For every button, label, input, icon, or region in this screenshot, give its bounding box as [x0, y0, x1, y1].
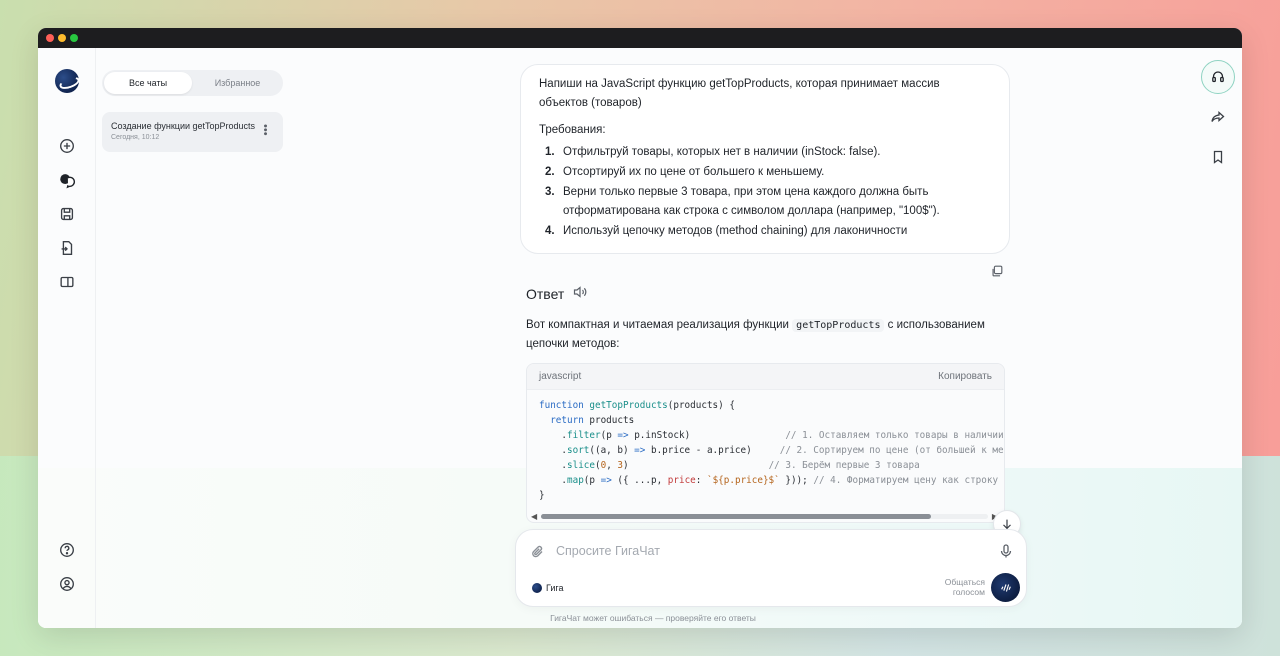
- new-chat-icon[interactable]: [57, 136, 77, 156]
- app-window: Все чаты Избранное Создание функции getT…: [38, 28, 1242, 628]
- chat-sidebar: Все чаты Избранное Создание функции getT…: [96, 48, 296, 628]
- message-composer: Гига Общаться голосом: [515, 529, 1027, 607]
- more-options-icon[interactable]: •••: [259, 124, 271, 136]
- app-main: Все чаты Избранное Создание функции getT…: [38, 48, 1242, 628]
- code-comment: // 4. Форматируем цену как строку: [813, 475, 999, 486]
- window-titlebar: [38, 28, 1242, 48]
- saved-icon[interactable]: [57, 204, 77, 224]
- list-item-number: 1.: [545, 146, 555, 158]
- chat-item-title: Создание функции getTopProducts: [111, 121, 256, 131]
- answer-paragraph: Вот компактная и читаемая реализация фун…: [526, 316, 1006, 354]
- list-item: 3. Верни только первые 3 товара, при этом…: [545, 183, 985, 221]
- model-selector[interactable]: Гига: [532, 583, 564, 593]
- chat-list-item[interactable]: Создание функции getTopProducts Сегодня,…: [102, 112, 283, 152]
- headset-icon: [1212, 71, 1224, 83]
- code-language: javascript: [539, 371, 582, 382]
- message-intro: Напиши на JavaScript функцию getTopProdu…: [539, 78, 940, 109]
- voice-chat-button[interactable]: [991, 573, 1020, 602]
- list-item: 2. Отсортируй их по цене от большего к ме…: [545, 163, 985, 182]
- file-import-icon[interactable]: [57, 238, 77, 258]
- chat-item-time: Сегодня, 10:12: [111, 134, 160, 141]
- requirements-list: 1. Отфильтруй товары, которых нет в налич…: [545, 143, 985, 242]
- answer-title: Ответ: [526, 285, 565, 302]
- list-item: 1. Отфильтруй товары, которых нет в налич…: [545, 143, 985, 162]
- microphone-icon[interactable]: [998, 543, 1014, 559]
- code-comment: // 3. Берём первые 3 товара: [768, 460, 920, 471]
- list-item-number: 2.: [545, 166, 555, 178]
- requirements-label: Требования:: [539, 124, 606, 136]
- waveform-icon: [1000, 583, 1011, 592]
- code-block: javascript Копировать function getTopPro…: [526, 363, 1005, 523]
- inline-code: getTopProducts: [792, 319, 885, 332]
- gigachat-logo-icon[interactable]: [55, 69, 79, 93]
- tab-favorites[interactable]: Избранное: [194, 72, 281, 94]
- share-icon: [1211, 111, 1225, 122]
- list-item-number: 3.: [545, 186, 555, 198]
- voice-label-line2: голосом: [952, 587, 985, 597]
- close-window-button[interactable]: [46, 34, 54, 42]
- list-item-text: Используй цепочку методов (method chaini…: [563, 225, 908, 237]
- list-item-number: 4.: [545, 225, 555, 237]
- list-item-text: Отфильтруй товары, которых нет в наличии…: [563, 146, 881, 158]
- list-item-text: Верни только первые 3 товара, при этом ц…: [563, 186, 940, 217]
- code-comment: // 1. Оставляем только товары в наличии: [785, 430, 1004, 441]
- disclaimer-text: ГигаЧат может ошибаться — проверяйте его…: [550, 613, 756, 623]
- chat-filter-toggle: Все чаты Избранное: [102, 70, 283, 96]
- answer-heading: Ответ: [526, 284, 588, 303]
- profile-icon[interactable]: [57, 574, 77, 594]
- library-icon[interactable]: [57, 272, 77, 292]
- model-logo-icon: [532, 583, 542, 593]
- scroll-left-arrow-icon[interactable]: ◀: [531, 512, 537, 521]
- copy-message-icon[interactable]: [990, 264, 1004, 278]
- minimize-window-button[interactable]: [58, 34, 66, 42]
- paperclip-icon[interactable]: [530, 544, 546, 560]
- voice-label-line1: Общаться: [944, 577, 985, 587]
- maximize-window-button[interactable]: [70, 34, 78, 42]
- speaker-icon[interactable]: [572, 284, 588, 303]
- share-button[interactable]: [1201, 100, 1235, 134]
- code-content: function getTopProducts(products) { retu…: [539, 398, 1004, 503]
- code-comment: // 2. Сортируем по цене (от большей к ме…: [779, 445, 1004, 456]
- copy-code-button[interactable]: Копировать: [938, 371, 992, 382]
- chats-icon[interactable]: [57, 170, 77, 190]
- bookmark-icon: [1213, 150, 1223, 164]
- voice-mode-label: Общаться голосом: [925, 577, 985, 597]
- support-button[interactable]: [1201, 60, 1235, 94]
- list-item-text: Отсортируй их по цене от большего к мень…: [563, 166, 825, 178]
- help-icon[interactable]: [57, 540, 77, 560]
- tab-all-chats[interactable]: Все чаты: [104, 72, 192, 94]
- prompt-input[interactable]: [556, 540, 976, 562]
- right-toolbar: [1201, 60, 1235, 180]
- scrollbar-thumb[interactable]: [541, 514, 931, 519]
- left-rail: [38, 48, 96, 628]
- answer-text-start: Вот компактная и читаемая реализация фун…: [526, 319, 793, 331]
- user-message: Напиши на JavaScript функцию getTopProdu…: [520, 64, 1010, 254]
- code-block-header: javascript Копировать: [527, 364, 1004, 390]
- code-horizontal-scrollbar[interactable]: ◀ ▶: [531, 512, 998, 521]
- model-name: Гига: [546, 583, 564, 593]
- list-item: 4. Используй цепочку методов (method chai…: [545, 222, 985, 241]
- bookmark-button[interactable]: [1201, 140, 1235, 174]
